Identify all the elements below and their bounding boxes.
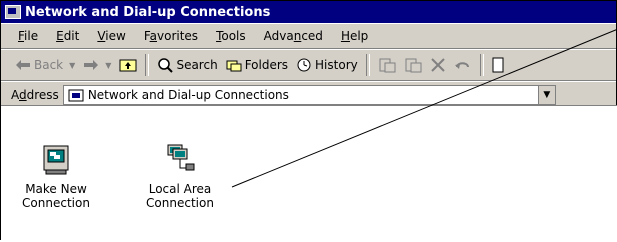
delete-icon (431, 58, 445, 72)
search-icon (158, 58, 174, 73)
up-button[interactable] (115, 53, 141, 77)
toolbar-separator (479, 54, 484, 76)
menu-favorites[interactable]: Favorites (135, 29, 207, 43)
move-to-icon (379, 58, 396, 73)
window-title: Network and Dial-up Connections (25, 4, 271, 20)
folder-content: Make New Connection Local Area Connectio… (1, 105, 617, 242)
search-button[interactable]: Search (153, 53, 221, 77)
menu-advanced[interactable]: Advanced (255, 29, 332, 43)
copy-to-button[interactable] (400, 53, 426, 77)
views-button[interactable] (488, 53, 510, 77)
make-new-connection-label-2: Connection (22, 196, 90, 211)
forward-arrow-icon (84, 60, 99, 70)
address-bar: Address Network and Dial-up Connections … (1, 81, 616, 108)
menu-bar: File Edit View Favorites Tools Advanced … (1, 23, 616, 49)
move-to-button[interactable] (374, 53, 400, 77)
forward-dropdown-icon[interactable]: ▼ (105, 61, 111, 70)
back-label: Back (34, 58, 64, 72)
address-input[interactable]: Network and Dial-up Connections ▼ (62, 84, 556, 105)
undo-icon (454, 62, 469, 69)
address-label: Address (11, 87, 59, 102)
undo-button[interactable] (450, 53, 476, 77)
views-icon (492, 57, 504, 73)
make-new-connection-icon (43, 145, 69, 175)
menu-tools[interactable]: Tools (207, 29, 255, 43)
network-folder-icon (68, 89, 84, 101)
toolbar: Back ▼ ▼ Search Folders History (1, 49, 616, 81)
folders-icon (226, 60, 242, 72)
menu-view[interactable]: View (88, 29, 134, 43)
back-button[interactable]: Back ▼ (11, 53, 79, 77)
make-new-connection-label-1: Make New (25, 182, 87, 196)
local-area-connection-icon-item[interactable]: Local Area Connection (125, 144, 235, 211)
address-dropdown-button[interactable]: ▼ (537, 85, 555, 104)
folders-label: Folders (244, 58, 289, 72)
address-value: Network and Dial-up Connections (87, 87, 289, 102)
explorer-window: Network and Dial-up Connections File Edi… (0, 0, 617, 242)
delete-button[interactable] (426, 53, 450, 77)
back-arrow-icon (16, 60, 30, 70)
forward-button[interactable]: ▼ (79, 53, 115, 77)
make-new-connection-icon-item[interactable]: Make New Connection (1, 144, 111, 211)
history-button[interactable]: History (292, 53, 362, 77)
local-area-connection-label-1: Local Area (148, 182, 212, 196)
copy-to-icon (405, 58, 422, 73)
menu-help[interactable]: Help (332, 29, 377, 43)
history-icon (297, 58, 311, 72)
menu-file[interactable]: File (9, 29, 47, 43)
folders-button[interactable]: Folders (222, 53, 292, 77)
window-icon (5, 5, 21, 19)
toolbar-separator (145, 54, 150, 76)
back-dropdown-icon[interactable]: ▼ (69, 61, 75, 70)
search-label: Search (176, 58, 218, 72)
title-bar[interactable]: Network and Dial-up Connections (1, 1, 616, 23)
folder-up-icon (119, 59, 137, 72)
local-area-connection-label-2: Connection (146, 196, 214, 211)
toolbar-separator (365, 54, 370, 76)
menu-edit[interactable]: Edit (47, 29, 88, 43)
local-area-connection-icon (167, 144, 195, 171)
history-label: History (315, 58, 358, 72)
